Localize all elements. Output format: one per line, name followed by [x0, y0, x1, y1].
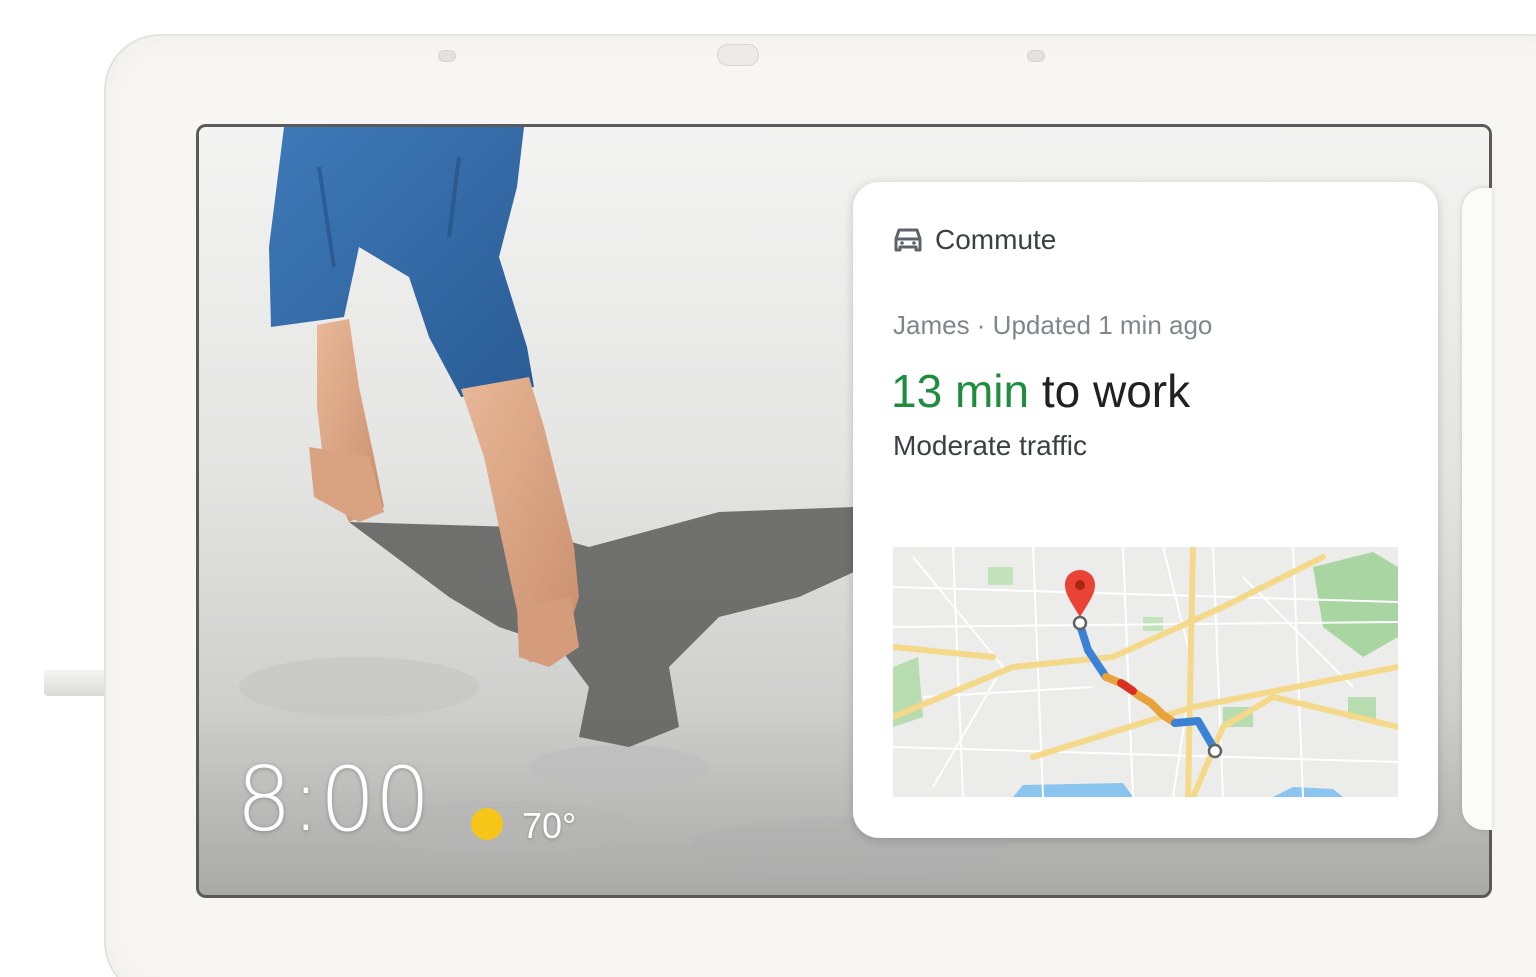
commute-eta: 13 min to work: [891, 364, 1190, 418]
route-map-graphic: [893, 547, 1398, 797]
temperature: 70°: [522, 805, 577, 846]
sun-icon: [471, 808, 503, 840]
microphone-left: [438, 50, 456, 62]
car-icon: [894, 228, 922, 252]
next-card-peek[interactable]: [1462, 188, 1492, 830]
microphone-right: [1027, 50, 1045, 62]
eta-suffix: to work: [1029, 365, 1191, 417]
clock-time: 8:00: [236, 748, 431, 851]
traffic-status: Moderate traffic: [893, 430, 1088, 461]
card-header: Commute: [893, 224, 1056, 256]
eta-time: 13 min: [891, 365, 1030, 417]
commute-card[interactable]: Commute James · Updated 1 min ago 13 min…: [853, 182, 1438, 838]
route-map[interactable]: [893, 547, 1398, 797]
ambient-light-sensor: [717, 44, 759, 66]
card-title: Commute: [935, 224, 1057, 255]
product-photo: 8:00 70° Commute James · Updated 1 min a…: [0, 0, 1536, 977]
card-meta: James · Updated 1 min ago: [893, 310, 1213, 340]
